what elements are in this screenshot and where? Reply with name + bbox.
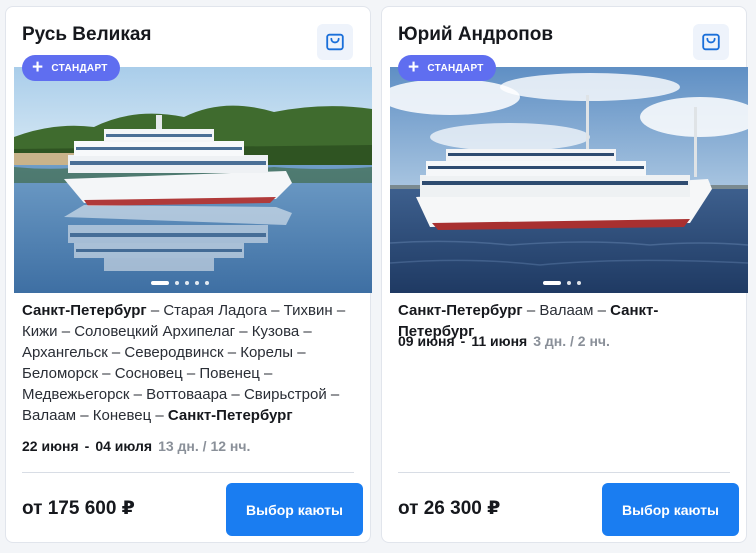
route-end: Санкт-Петербург xyxy=(167,407,293,424)
cruise-duration: 3 дн. / 2 нч. xyxy=(533,333,610,349)
date-from: 09 июня xyxy=(398,333,455,349)
choose-cabin-button[interactable]: Выбор каюты xyxy=(602,483,739,536)
add-to-cart-button[interactable] xyxy=(317,24,353,60)
cruise-dates: 22 июня -04 июля 13 дн. / 12 нч. xyxy=(22,438,250,454)
divider xyxy=(398,472,730,473)
choose-cabin-button[interactable]: Выбор каюты xyxy=(226,483,363,536)
slider-dot[interactable] xyxy=(151,281,169,285)
slider-dot[interactable] xyxy=(195,281,199,285)
class-badge-label: СТАНДАРТ xyxy=(51,62,108,74)
date-separator: - xyxy=(84,438,90,454)
class-badge: + СТАНДАРТ xyxy=(22,55,120,81)
class-badge: + СТАНДАРТ xyxy=(398,55,496,81)
route-start: Санкт-Петербург xyxy=(398,302,523,319)
route-start: Санкт-Петербург xyxy=(22,302,147,319)
ship-image xyxy=(14,67,372,293)
plus-icon: + xyxy=(408,56,420,78)
add-to-cart-button[interactable] xyxy=(693,24,729,60)
divider xyxy=(22,472,354,473)
shopping-bag-icon xyxy=(702,33,720,51)
slider-dot[interactable] xyxy=(567,281,571,285)
slider-dot[interactable] xyxy=(543,281,561,285)
price: от 26 300 ₽ xyxy=(398,498,501,519)
date-to: 04 июля xyxy=(95,438,153,454)
price: от 175 600 ₽ xyxy=(22,498,135,519)
slider-dot[interactable] xyxy=(205,281,209,285)
cruise-card: Русь Великая + СТАНДАРТ Санкт-Петербург … xyxy=(5,6,372,543)
ship-title[interactable]: Юрий Андропов xyxy=(398,24,553,46)
date-to: 11 июня xyxy=(471,333,528,349)
cruise-duration: 13 дн. / 12 нч. xyxy=(158,438,251,454)
plus-icon: + xyxy=(32,56,44,78)
ship-image xyxy=(390,67,748,293)
date-separator: - xyxy=(460,333,466,349)
shopping-bag-icon xyxy=(326,33,344,51)
route-stops: – Валаам – xyxy=(522,302,611,319)
slider-dot[interactable] xyxy=(577,281,581,285)
cruise-card: Юрий Андропов + СТАНДАРТ Санкт-Петербург… xyxy=(381,6,748,543)
slider-dots[interactable] xyxy=(151,281,209,285)
cruise-dates: 09 июня -11 июня 3 дн. / 2 нч. xyxy=(398,333,610,349)
route-text: Санкт-Петербург – Старая Ладога – Тихвин… xyxy=(22,300,352,426)
slider-dot[interactable] xyxy=(175,281,179,285)
date-from: 22 июня xyxy=(22,438,79,454)
route-stops: – Старая Ладога – Тихвин – Кижи – Солове… xyxy=(22,302,346,424)
slider-dot[interactable] xyxy=(185,281,189,285)
ship-photo[interactable] xyxy=(390,67,748,293)
ship-title[interactable]: Русь Великая xyxy=(22,24,152,46)
class-badge-label: СТАНДАРТ xyxy=(427,62,484,74)
slider-dots[interactable] xyxy=(543,281,581,285)
ship-photo[interactable] xyxy=(14,67,372,293)
